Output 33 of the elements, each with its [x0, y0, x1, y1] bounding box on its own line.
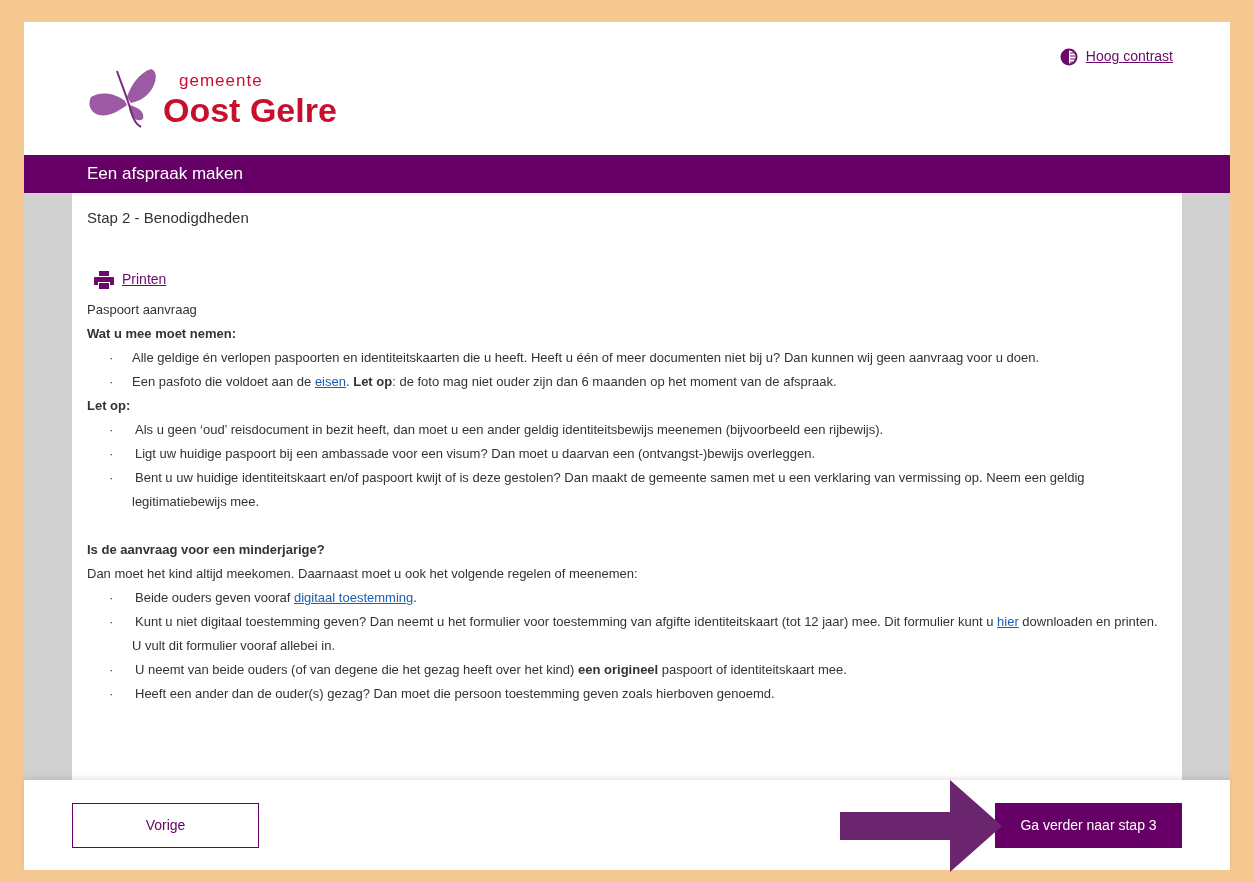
bullet-marker: ·: [109, 589, 115, 607]
section-heading: Let op:: [87, 397, 132, 415]
bullet-marker: ·: [109, 421, 115, 439]
bullet-text: Kunt u niet digitaal toestemming geven? Dan neemt u het formulier voor toestemming van afgifte identiteitskaart (tot 12 jaar) mee. Dit formulier kunt u hier downloaden en printen. U vult dit formulier vooraf allebei in.: [132, 613, 1159, 655]
bullet-marker: ·: [109, 469, 115, 487]
bullet-marker: ·: [109, 661, 115, 679]
bullet-text: Bent u uw huidige identiteitskaart en/of paspoort kwijt of is deze gestolen? Dan maakt de gemeente samen met u een verklaring van vermissing op. Neem een geldig legitimatiebewijs mee.: [132, 469, 1086, 511]
bullet-marker: ·: [109, 349, 115, 367]
bullet-text: Een pasfoto die voldoet aan de eisen. Let op: de foto mag niet ouder zijn dan 6 maanden op het moment van de afspraak.: [132, 373, 837, 391]
text-link[interactable]: eisen: [314, 374, 346, 389]
logo-title: Oost Gelre: [163, 91, 337, 129]
bullet-marker: ·: [109, 685, 115, 703]
bullet-text: Alle geldige én verlopen paspoorten en identiteitskaarten die u heeft. Heeft u één of meer documenten niet bij u? Dan kunnen wij geen aanvraag voor u doen.: [132, 349, 1039, 367]
bullet-marker: ·: [109, 445, 115, 463]
bullet-marker: ·: [109, 613, 115, 631]
next-button[interactable]: Ga verder naar stap 3: [995, 802, 1182, 848]
section-heading: Is de aanvraag voor een minderjarige?: [87, 541, 326, 559]
contrast-link[interactable]: Hoog contrast: [1059, 46, 1173, 67]
bullet-text: U neemt van beide ouders (of van degene die het gezag heeft over het kind) een origineel paspoort of identiteitskaart mee.: [134, 661, 847, 679]
step-title: Stap 2 - Benodigdheden: [87, 208, 250, 228]
paragraph-text: Paspoort aanvraag: [87, 301, 198, 319]
print-link[interactable]: Printen: [94, 269, 167, 290]
back-button[interactable]: Vorige: [72, 802, 259, 848]
bullet-text: Als u geen ‘oud’ reisdocument in bezit heeft, dan moet u een ander geldig identiteitsbewijs meenemen (bijvoorbeeld een rijbewijs).: [134, 421, 884, 439]
bullet-text: Ligt uw huidige paspoort bij een ambassade voor een visum? Dan moet u daarvan een (ontvangst-)bewijs overleggen.: [134, 445, 816, 463]
bullet-text: Beide ouders geven vooraf digitaal toestemming.: [134, 589, 417, 607]
logo-subtitle: gemeente: [179, 71, 264, 91]
section-heading: Wat u mee moet nemen:: [87, 325, 238, 343]
bullet-text: Heeft een ander dan de ouder(s) gezag? Dan moet die persoon toestemming geven zoals hierboven genoemd.: [134, 685, 775, 703]
text-link[interactable]: hier: [997, 614, 1019, 629]
bullet-marker: ·: [109, 373, 115, 391]
paragraph-text: Dan moet het kind altijd meekomen. Daarnaast moet u ook het volgende regelen of meenemen:: [87, 565, 639, 583]
title-bar: Een afspraak maken: [24, 155, 1230, 193]
